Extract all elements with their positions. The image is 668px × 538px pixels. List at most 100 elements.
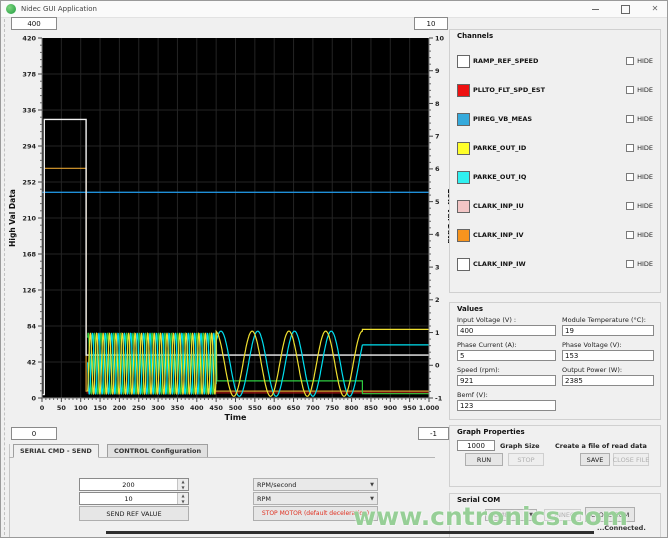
stop-button[interactable]: STOP (508, 453, 544, 466)
svg-text:42: 42 (27, 358, 36, 366)
svg-text:0: 0 (40, 404, 45, 412)
hide-checkbox[interactable] (626, 202, 635, 210)
values-panel: Values Input Voltage (V) : Module Tempera… (449, 302, 661, 420)
connect-button[interactable]: CONNECT (544, 509, 581, 521)
graph-size-input[interactable] (457, 440, 495, 451)
accel-value: 10 (124, 494, 133, 503)
svg-text:4: 4 (435, 231, 440, 239)
channel-name: RAMP_REF_SPEED (473, 57, 539, 65)
channel-color-swatch (457, 170, 470, 184)
svg-text:700: 700 (306, 404, 320, 412)
svg-text:250: 250 (132, 404, 146, 412)
rpm-select[interactable]: RPM ▼ (253, 492, 378, 505)
maximize-button[interactable] (617, 3, 633, 15)
hide-label: HIDE (637, 231, 653, 239)
svg-text:550: 550 (248, 404, 262, 412)
spinner-down-icon[interactable]: ▼ (178, 498, 188, 504)
value-field-label: Input Voltage (V) : (457, 316, 517, 324)
channel-name: PARKE_OUT_ID (473, 144, 527, 152)
com-port-select[interactable]: COM8 ▼ (485, 509, 537, 521)
channel-row: CLARK_INP_IW HIDE (457, 257, 653, 271)
svg-text:5: 5 (435, 198, 440, 206)
svg-text:800: 800 (345, 404, 359, 412)
value-field-input[interactable] (457, 325, 556, 336)
accel-spinner[interactable]: 10 ▲ ▼ (79, 492, 189, 505)
low-axis-max-input[interactable] (414, 17, 448, 30)
channel-color-swatch (457, 141, 470, 155)
channel-name: CLARK_INP_IW (473, 260, 526, 268)
channel-row: PARKE_OUT_IQ HIDE (457, 170, 653, 184)
svg-text:100: 100 (74, 404, 88, 412)
svg-text:850: 850 (364, 404, 378, 412)
chevron-down-icon: ▼ (370, 495, 374, 502)
hide-checkbox[interactable] (626, 260, 635, 268)
svg-text:168: 168 (22, 250, 36, 258)
svg-text:150: 150 (93, 404, 107, 412)
hide-checkbox[interactable] (626, 231, 635, 239)
channel-name: CLARK_INP_IV (473, 231, 524, 239)
value-field-input[interactable] (457, 375, 556, 386)
svg-text:2: 2 (435, 296, 440, 304)
svg-text:1: 1 (435, 329, 440, 337)
value-field-input[interactable] (562, 375, 654, 386)
value-field-label: Phase Current (A): (457, 341, 517, 349)
close-com-button[interactable]: CLOSE COM (585, 507, 635, 522)
rpm-per-second-select[interactable]: RPM/second ▼ (253, 478, 378, 491)
value-field-label: Module Temperature (°C): (562, 316, 646, 324)
com-port-value: COM8 (489, 511, 509, 519)
minimize-icon (591, 8, 599, 10)
hide-label: HIDE (637, 57, 653, 65)
hide-checkbox[interactable] (626, 173, 635, 181)
oscilloscope-chart: 4203783362942522101681268442010987654321… (8, 34, 455, 422)
hide-checkbox[interactable] (626, 86, 635, 94)
high-axis-max-input[interactable] (11, 17, 57, 30)
svg-text:84: 84 (27, 322, 37, 330)
channel-row: CLARK_INP_IV HIDE (457, 228, 653, 242)
svg-text:7: 7 (435, 132, 440, 140)
hide-checkbox[interactable] (626, 144, 635, 152)
spinner-down-icon[interactable]: ▼ (178, 484, 188, 490)
connection-status: ...Connected. (597, 524, 646, 532)
run-button[interactable]: RUN (465, 453, 503, 466)
svg-text:200: 200 (113, 404, 127, 412)
hide-checkbox[interactable] (626, 57, 635, 65)
svg-text:450: 450 (209, 404, 223, 412)
close-icon: ✕ (651, 4, 659, 13)
svg-text:378: 378 (22, 70, 36, 78)
save-button[interactable]: SAVE (580, 453, 610, 466)
value-field-input[interactable] (562, 325, 654, 336)
low-axis-min-input[interactable] (418, 427, 449, 440)
value-field-label: Speed (rpm): (457, 366, 500, 374)
hide-label: HIDE (637, 260, 653, 268)
stop-motor-button[interactable]: STOP MOTOR (default deceleration) (253, 506, 378, 521)
channel-name: CLARK_INP_IU (473, 202, 524, 210)
channels-title: Channels (457, 32, 494, 40)
bottom-scrollbar[interactable] (106, 531, 594, 534)
hide-checkbox[interactable] (626, 115, 635, 123)
tab-control-configuration[interactable]: CONTROL Configuration (107, 444, 209, 458)
svg-text:600: 600 (267, 404, 281, 412)
values-title: Values (457, 305, 484, 313)
high-axis-min-input[interactable] (11, 427, 57, 440)
svg-text:1.000: 1.000 (419, 404, 440, 412)
svg-text:50: 50 (57, 404, 67, 412)
close-button[interactable]: ✕ (647, 3, 663, 15)
close-file-button[interactable]: CLOSE FILE (613, 453, 649, 466)
channel-row: PARKE_OUT_ID HIDE (457, 141, 653, 155)
ref-value-spinner[interactable]: 200 ▲ ▼ (79, 478, 189, 491)
send-ref-value-button[interactable]: SEND REF VALUE (79, 506, 189, 521)
channel-row: CLARK_INP_IU HIDE (457, 199, 653, 213)
chevron-down-icon: ▼ (529, 512, 533, 518)
value-field-input[interactable] (457, 350, 556, 361)
svg-text:350: 350 (171, 404, 185, 412)
channel-color-swatch (457, 54, 470, 68)
value-field-input[interactable] (457, 400, 556, 411)
svg-text:0: 0 (435, 362, 440, 370)
svg-text:6: 6 (435, 165, 440, 173)
svg-text:336: 336 (22, 106, 36, 114)
minimize-button[interactable] (587, 3, 603, 15)
tab-serial-cmd-send[interactable]: SERIAL CMD - SEND (13, 444, 99, 458)
value-field-input[interactable] (562, 350, 654, 361)
svg-text:294: 294 (22, 142, 36, 150)
svg-text:High Val Data: High Val Data (8, 189, 17, 247)
